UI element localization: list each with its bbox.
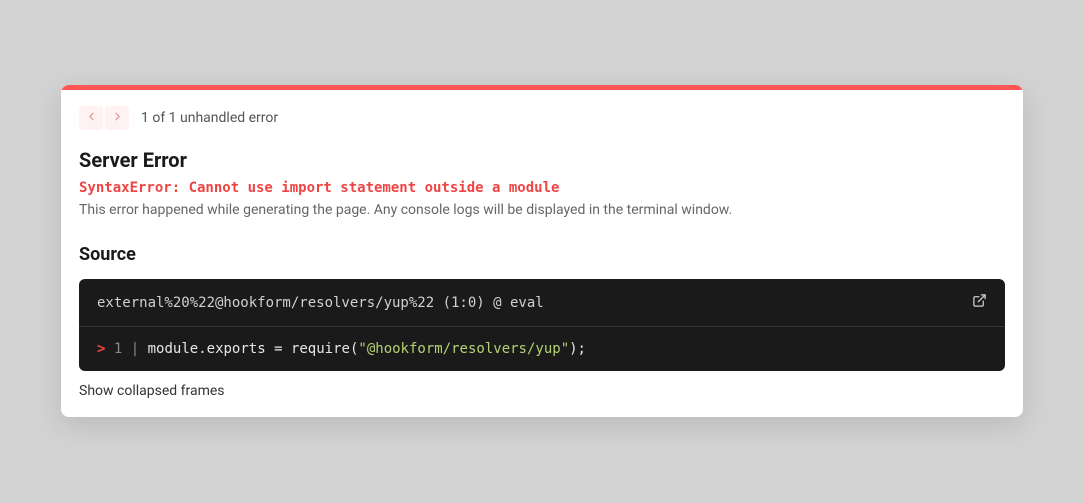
error-overlay-card: 1 of 1 unhandled error Server Error Synt… xyxy=(61,85,1023,417)
source-location: external%20%22@hookform/resolvers/yup%22… xyxy=(97,295,544,311)
open-in-editor-link[interactable] xyxy=(972,293,987,312)
code-token: ); xyxy=(569,341,586,357)
code-token: exports xyxy=(207,341,266,357)
code-block: external%20%22@hookform/resolvers/yup%22… xyxy=(79,279,1005,371)
source-title: Source xyxy=(79,244,1005,265)
code-token: = xyxy=(266,341,291,357)
code-token: module xyxy=(148,341,199,357)
next-error-button[interactable] xyxy=(105,106,129,130)
code-token: require xyxy=(291,341,350,357)
external-link-icon xyxy=(972,293,987,312)
error-message: SyntaxError: Cannot use import statement… xyxy=(79,180,1005,196)
nav-buttons xyxy=(79,106,129,130)
show-collapsed-frames-link[interactable]: Show collapsed frames xyxy=(79,383,1005,399)
error-description: This error happened while generating the… xyxy=(79,202,1005,218)
error-title: Server Error xyxy=(79,148,1005,172)
code-string: "@hookform/resolvers/yup" xyxy=(358,341,569,357)
line-separator: | xyxy=(131,341,139,357)
arrow-left-icon xyxy=(85,110,98,126)
error-marker: > xyxy=(97,341,105,357)
card-body: 1 of 1 unhandled error Server Error Synt… xyxy=(61,90,1023,417)
error-navigation: 1 of 1 unhandled error xyxy=(79,106,1005,130)
error-counter: 1 of 1 unhandled error xyxy=(141,110,278,126)
arrow-right-icon xyxy=(111,110,124,126)
prev-error-button[interactable] xyxy=(79,106,103,130)
code-line: > 1 | module.exports = require("@hookfor… xyxy=(79,327,1005,371)
code-token: . xyxy=(198,341,206,357)
code-header: external%20%22@hookform/resolvers/yup%22… xyxy=(79,279,1005,327)
